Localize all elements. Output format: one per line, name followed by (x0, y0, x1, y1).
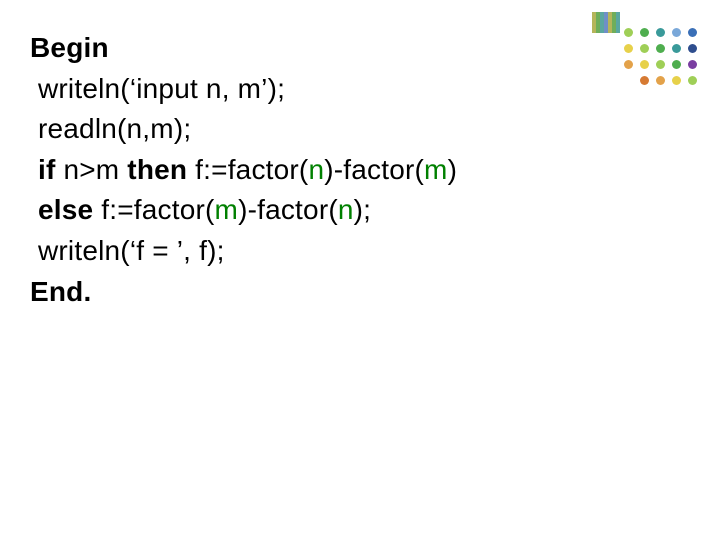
code-text: f:=factor( (93, 194, 214, 225)
code-line: writeln(‘input n, m’); (30, 69, 457, 110)
ring-icon (616, 12, 620, 33)
keyword-then: then (127, 154, 187, 185)
dot-icon (688, 44, 697, 53)
dot-icon (688, 28, 697, 37)
dot-icon (656, 28, 665, 37)
code-text: )-factor( (238, 194, 338, 225)
slide: Begin writeln(‘input n, m’); readln(n,m)… (0, 0, 720, 540)
code-text: ); (354, 194, 372, 225)
code-line: readln(n,m); (30, 109, 457, 150)
code-line: else f:=factor(m)-factor(n); (30, 190, 457, 231)
var-m: m (215, 194, 239, 225)
dot-icon (656, 60, 665, 69)
dot-icon (624, 44, 633, 53)
dot-icon (672, 28, 681, 37)
dot-icon (656, 44, 665, 53)
dot-icon (688, 76, 697, 85)
dot-icon (672, 60, 681, 69)
code-text: n>m (55, 154, 127, 185)
keyword-begin: Begin (30, 32, 109, 63)
code-line: Begin (30, 28, 457, 69)
keyword-else: else (30, 194, 93, 225)
decorative-dots (592, 14, 702, 124)
code-text: f:=factor( (187, 154, 308, 185)
dot-icon (656, 76, 665, 85)
code-line: if n>m then f:=factor(n)-factor(m) (30, 150, 457, 191)
dot-icon (688, 60, 697, 69)
code-line: End. (30, 272, 457, 313)
dot-icon (640, 28, 649, 37)
dot-icon (672, 76, 681, 85)
code-text: ) (448, 154, 458, 185)
dot-icon (672, 44, 681, 53)
dot-icon (624, 28, 633, 37)
keyword-end: End. (30, 276, 91, 307)
dot-icon (640, 76, 649, 85)
dot-icon (640, 60, 649, 69)
code-line: writeln(‘f = ’, f); (30, 231, 457, 272)
code-block: Begin writeln(‘input n, m’); readln(n,m)… (30, 28, 457, 312)
var-n: n (308, 154, 324, 185)
var-n: n (338, 194, 354, 225)
keyword-if: if (30, 154, 55, 185)
var-m: m (424, 154, 448, 185)
dot-icon (640, 44, 649, 53)
dot-icon (624, 60, 633, 69)
code-text: )-factor( (324, 154, 424, 185)
